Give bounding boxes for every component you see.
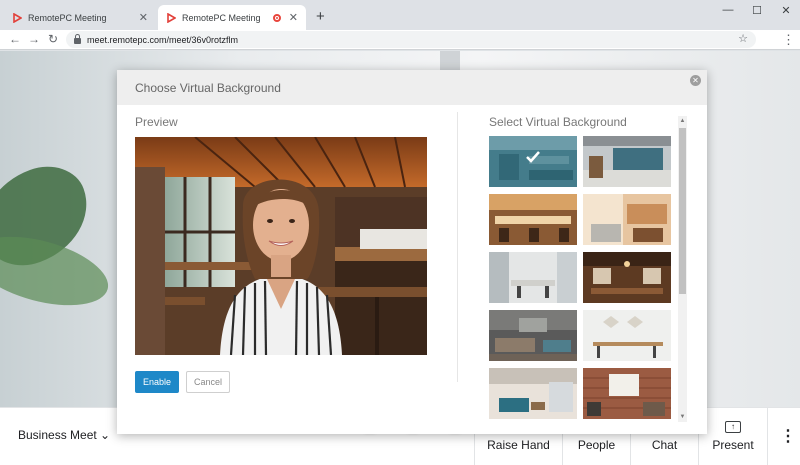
background-thumbnail[interactable] <box>489 136 577 187</box>
raise-hand-label: Raise Hand <box>487 438 550 452</box>
dialog-header: Choose Virtual Background ✕ <box>117 70 707 105</box>
modern-room-photo <box>489 368 577 419</box>
meeting-name-dropdown[interactable]: Business Meet ⌄ <box>18 428 110 442</box>
chevron-down-icon: ⌄ <box>100 428 111 442</box>
address-bar[interactable]: meet.remotepc.com/meet/36v0rotzflm ☆ <box>66 31 756 48</box>
star-icon[interactable]: ☆ <box>738 32 748 45</box>
brick-wall-photo <box>583 368 671 419</box>
more-options-icon[interactable]: ⋮ <box>780 426 796 446</box>
background-thumbnail[interactable] <box>489 368 577 419</box>
background-thumbnail[interactable] <box>489 310 577 361</box>
close-window-icon[interactable]: ✕ <box>773 4 799 17</box>
reload-icon[interactable]: ↻ <box>48 32 58 46</box>
lock-icon <box>74 33 81 44</box>
cafe-photo <box>583 136 671 187</box>
restaurant-photo <box>489 194 577 245</box>
enable-button[interactable]: Enable <box>135 371 179 393</box>
background-thumbnail[interactable] <box>583 194 671 245</box>
present-icon: ↑ <box>725 421 741 433</box>
recording-icon <box>272 13 281 22</box>
remotepc-logo-icon <box>13 12 22 23</box>
more-vert-icon[interactable]: ⋮ <box>782 32 795 48</box>
browser-toolbar: ← → ↻ meet.remotepc.com/meet/36v0rotzflm… <box>0 30 800 50</box>
lounge-photo <box>583 194 671 245</box>
scroll-down-icon[interactable]: ▼ <box>679 413 686 421</box>
close-tab-icon[interactable]: ✕ <box>289 11 298 24</box>
background-thumbnail[interactable] <box>489 252 577 303</box>
people-label: People <box>577 438 616 452</box>
forward-arrow-icon[interactable]: → <box>28 32 40 46</box>
checkmark-icon <box>526 151 540 163</box>
preview-photo <box>135 137 427 355</box>
background-thumbnail[interactable] <box>583 252 671 303</box>
remotepc-logo-icon <box>167 12 176 23</box>
chat-label: Chat <box>651 438 678 452</box>
url-text: meet.remotepc.com/meet/36v0rotzflm <box>87 34 239 45</box>
scrollbar-thumb[interactable] <box>679 128 686 294</box>
new-tab-button[interactable]: + <box>316 8 325 25</box>
close-tab-icon[interactable]: ✕ <box>139 11 148 24</box>
browser-tab-active[interactable]: RemotePC Meeting ✕ <box>158 5 306 30</box>
back-arrow-icon[interactable]: ← <box>9 32 21 46</box>
present-button[interactable]: ↑ Present <box>698 408 768 465</box>
scroll-up-icon[interactable]: ▲ <box>679 117 686 125</box>
living-room-photo <box>489 310 577 361</box>
background-thumbnail[interactable] <box>583 368 671 419</box>
dialog-title: Choose Virtual Background <box>135 81 281 95</box>
browser-tab-bar: RemotePC Meeting ✕ RemotePC Meeting ✕ + … <box>0 0 800 30</box>
meeting-name: Business Meet <box>18 428 97 442</box>
minimize-icon[interactable]: — <box>715 4 741 16</box>
tab-title: RemotePC Meeting <box>28 12 107 23</box>
background-thumbnail[interactable] <box>583 136 671 187</box>
present-label: Present <box>712 438 754 452</box>
divider <box>457 112 458 382</box>
browser-tab[interactable]: RemotePC Meeting ✕ <box>4 5 156 30</box>
tab-title: RemotePC Meeting <box>182 12 261 23</box>
scrollbar[interactable]: ▲ ▼ <box>678 116 687 422</box>
select-background-label: Select Virtual Background <box>489 115 627 129</box>
maximize-icon[interactable]: ☐ <box>744 4 770 17</box>
preview-label: Preview <box>135 115 178 129</box>
background-grid <box>489 136 671 422</box>
close-icon[interactable]: ✕ <box>690 75 701 86</box>
dining-room-photo <box>583 252 671 303</box>
preview-image <box>135 137 427 355</box>
background-thumbnail[interactable] <box>489 194 577 245</box>
conference-room-photo <box>489 252 577 303</box>
kitchen-photo <box>583 310 671 361</box>
cancel-button[interactable]: Cancel <box>186 371 230 393</box>
background-thumbnail[interactable] <box>583 310 671 361</box>
virtual-background-dialog: Choose Virtual Background ✕ Preview Sele… <box>117 70 707 434</box>
